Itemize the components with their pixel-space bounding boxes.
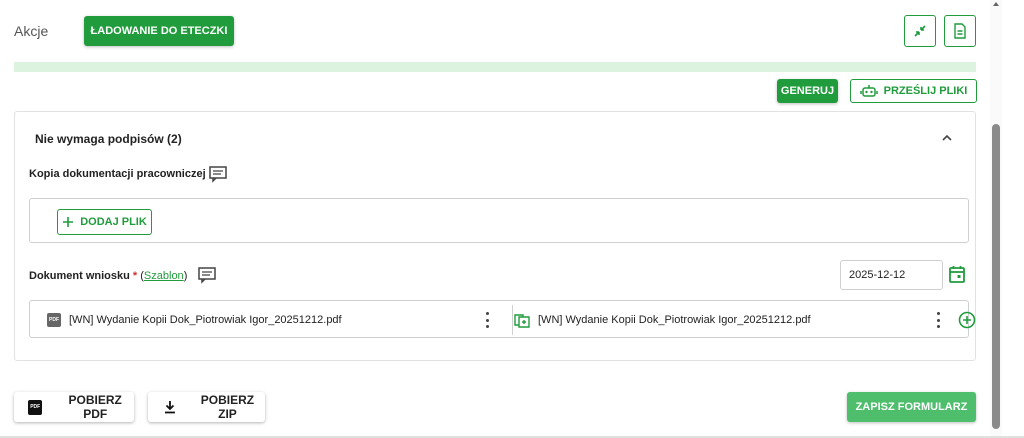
send-files-label: PRZEŚLIJ PLIKI (883, 85, 968, 97)
date-field[interactable]: 2025-12-12 (840, 260, 943, 290)
download-zip-label: POBIERZ ZIP (200, 393, 255, 421)
file-item[interactable]: PDF [WN] Wydanie Kopii Dok_Piotrowiak Ig… (47, 301, 342, 339)
plus-icon (63, 217, 74, 227)
load-to-eteczka-button[interactable]: ŁADOWANIE DO ETECZKI (84, 16, 234, 46)
send-files-button[interactable]: PRZEŚLIJ PLIKI (850, 79, 977, 103)
template-link[interactable]: Szablon (144, 270, 184, 282)
robot-icon (859, 85, 878, 97)
actions-label: Akcje (14, 23, 49, 39)
calendar-icon[interactable] (949, 265, 965, 283)
add-file-button[interactable]: DODAJ PLIK (57, 209, 152, 235)
no-signature-panel: Nie wymaga podpisów (2) Kopia dokumentac… (14, 111, 976, 361)
collapse-arrows-icon (914, 25, 926, 37)
action-bar: Akcje ŁADOWANIE DO ETECZKI (0, 0, 990, 62)
scrollbar[interactable] (990, 0, 1002, 438)
more-vert-icon[interactable] (484, 312, 490, 328)
file-name: [WN] Wydanie Kopii Dok_Piotrowiak Igor_2… (538, 314, 811, 326)
file-item[interactable]: [WN] Wydanie Kopii Dok_Piotrowiak Igor_2… (514, 301, 811, 339)
comment-icon[interactable] (197, 266, 217, 284)
paren-close: ) (183, 270, 188, 282)
pdf-icon: PDF (47, 313, 61, 327)
add-circle-icon[interactable] (958, 311, 976, 329)
scroll-up-arrow[interactable] (993, 2, 999, 6)
divider (512, 305, 513, 335)
generate-button[interactable]: GENERUJ (777, 79, 838, 103)
collapse-button[interactable] (904, 15, 936, 47)
file-name: [WN] Wydanie Kopii Dok_Piotrowiak Igor_2… (69, 314, 342, 326)
add-file-label: DODAJ PLIK (80, 216, 147, 228)
wniosek-label-text: Dokument wniosku (29, 270, 130, 282)
download-zip-button[interactable]: POBIERZ ZIP (148, 392, 265, 422)
download-icon (164, 401, 175, 414)
chevron-up-icon[interactable] (939, 130, 955, 146)
download-pdf-label: POBIERZ PDF (68, 393, 122, 421)
document-icon (954, 23, 966, 39)
wniosek-label: Dokument wniosku * (Szablon) (29, 270, 187, 282)
kopia-label: Kopia dokumentacji pracowniczej (29, 168, 206, 180)
document-button[interactable] (944, 15, 976, 47)
kopia-upload-area: DODAJ PLIK (29, 198, 969, 243)
more-vert-icon[interactable] (935, 312, 941, 328)
wniosek-files-row: PDF [WN] Wydanie Kopii Dok_Piotrowiak Ig… (29, 300, 976, 339)
panel-title: Nie wymaga podpisów (2) (35, 132, 182, 146)
download-pdf-button[interactable]: PDF POBIERZ PDF (14, 392, 134, 422)
scroll-thumb[interactable] (992, 124, 1000, 429)
status-strip (14, 62, 976, 72)
pdf-icon: PDF (28, 399, 43, 415)
copy-file-icon (514, 314, 530, 328)
required-mark: * (132, 270, 138, 282)
comment-icon[interactable] (208, 165, 228, 183)
save-form-button[interactable]: ZAPISZ FORMULARZ (847, 392, 976, 422)
